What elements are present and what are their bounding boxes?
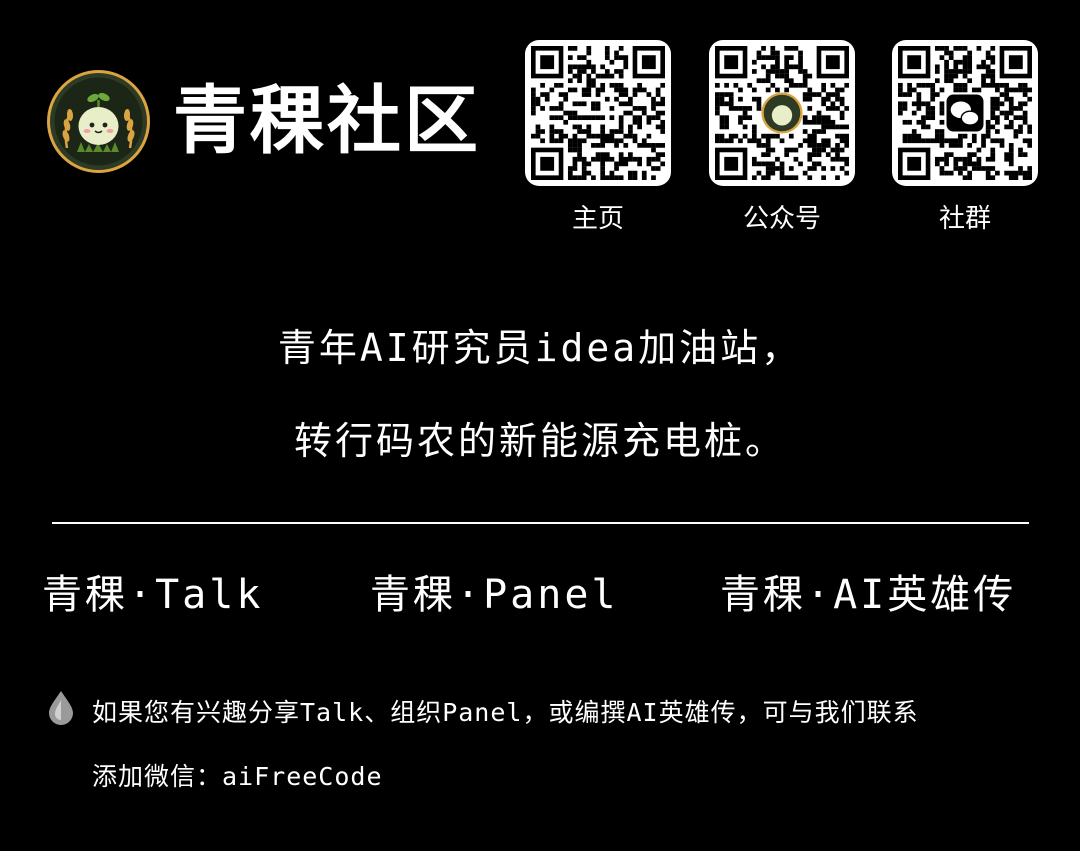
series-ai-heroes: 青稞·AI英雄传 [720,572,1017,618]
series-talk: 青稞·Talk [42,572,264,618]
qr-code-with-wechat-icon [898,46,1032,180]
sprout-mascot-icon [47,70,150,173]
drop-icon [47,690,75,726]
qr-label-official-account: 公众号 [742,204,821,234]
qr-code-community[interactable] [892,40,1038,186]
contact-note-line-2: 添加微信：aiFreeCode [92,762,383,791]
tagline-line-2: 转行码农的新能源充电桩。 [293,419,786,463]
contact-note-line-1: 如果您有兴趣分享Talk、组织Panel，或编撰AI英雄传，可与我们联系 [92,698,919,727]
qr-code-homepage[interactable] [525,40,671,186]
divider [52,522,1029,524]
qr-code-icon [531,46,665,180]
qr-label-community: 社群 [938,204,991,234]
brand-name: 青稞社区 [173,78,481,164]
qr-code-with-mascot-icon [715,46,849,180]
qr-label-homepage: 主页 [571,204,624,234]
brand-logo [47,70,150,173]
series-panel: 青稞·Panel [370,572,619,618]
tagline-line-1: 青年AI研究员idea加油站， [277,326,803,370]
qr-code-official-account[interactable] [709,40,855,186]
